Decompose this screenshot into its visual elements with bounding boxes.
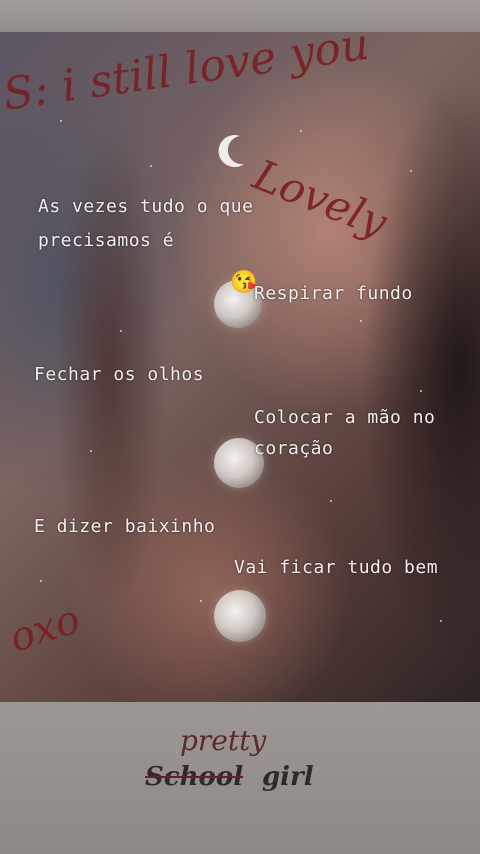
star-dot <box>300 130 302 132</box>
caption-line: Vai ficar tudo bem <box>234 557 439 578</box>
brand-school: School <box>145 762 244 792</box>
caption-line: Fechar os olhos <box>34 364 205 385</box>
crescent-moon-icon <box>218 135 244 168</box>
caption-line: coração <box>254 438 334 459</box>
star-dot <box>200 600 202 602</box>
caption-line: precisamos é <box>38 230 175 251</box>
star-dot <box>440 620 442 622</box>
brand-girl: girl <box>262 762 314 792</box>
star-dot <box>410 170 412 172</box>
caption-line: Colocar a mão no <box>254 407 436 428</box>
top-border <box>0 0 480 32</box>
caption-line: As vezes tudo o que <box>38 196 254 217</box>
star-dot <box>420 390 422 392</box>
story-frame: S: i still love you Lovely oxo 😘 As veze… <box>0 0 480 854</box>
star-dot <box>150 165 152 167</box>
moon-icon <box>214 590 266 642</box>
star-dot <box>330 500 332 502</box>
star-dot <box>360 320 362 322</box>
brand-pretty: pretty <box>180 724 267 757</box>
star-dot <box>90 450 92 452</box>
caption-line: E dizer baixinho <box>34 516 216 537</box>
star-dot <box>60 120 62 122</box>
hair-shadow-right <box>320 32 480 702</box>
star-dot <box>40 580 42 582</box>
caption-line: Respirar fundo <box>254 283 413 304</box>
star-dot <box>120 330 122 332</box>
